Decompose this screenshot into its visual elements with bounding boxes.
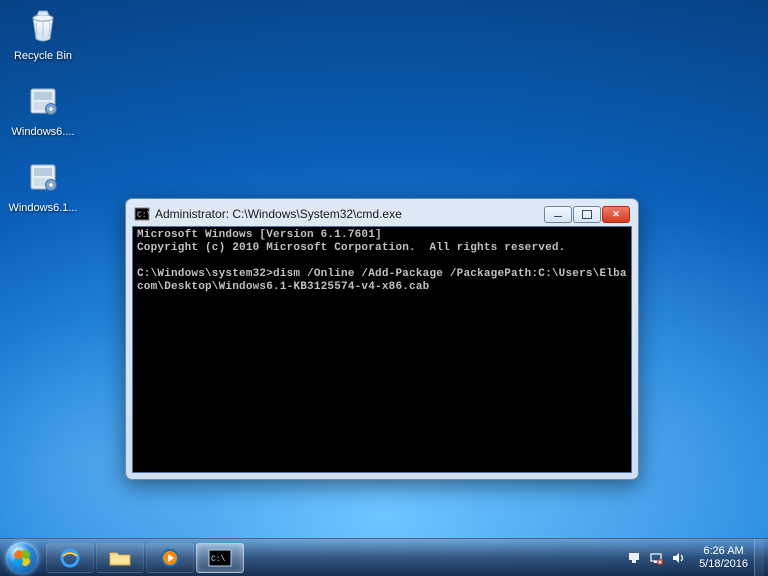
window-buttons	[544, 206, 630, 223]
taskbar: C:\ 6:26 AM 5/18/2016	[0, 538, 768, 576]
close-button[interactable]	[602, 206, 630, 223]
console-output: Microsoft Windows [Version 6.1.7601] Cop…	[133, 227, 631, 296]
tray-time: 6:26 AM	[699, 545, 748, 558]
taskbar-item-explorer[interactable]	[96, 543, 144, 573]
window-title: Administrator: C:\Windows\System32\cmd.e…	[155, 207, 544, 221]
taskbar-items: C:\	[44, 539, 244, 576]
media-player-icon	[157, 548, 183, 568]
taskbar-item-cmd[interactable]: C:\	[196, 543, 244, 573]
minimize-button[interactable]	[544, 206, 572, 223]
action-center-icon[interactable]	[627, 551, 641, 565]
network-icon[interactable]	[649, 551, 663, 565]
desktop-icon-cab-file-2[interactable]: Windows6.1...	[6, 156, 80, 216]
svg-text:C:\: C:\	[211, 555, 226, 564]
cab-file-icon	[22, 80, 64, 122]
show-desktop-button[interactable]	[754, 539, 764, 576]
cmd-icon: C:\	[207, 548, 233, 568]
desktop-icon-label: Recycle Bin	[6, 49, 80, 64]
desktop-icon-cab-file-1[interactable]: Windows6....	[6, 80, 80, 140]
taskbar-item-ie[interactable]	[46, 543, 94, 573]
cab-file-icon	[22, 156, 64, 198]
windows-logo-icon	[6, 542, 38, 574]
maximize-button[interactable]	[573, 206, 601, 223]
desktop-icon-recycle-bin[interactable]: Recycle Bin	[6, 4, 80, 64]
desktop-icon-label: Windows6....	[6, 125, 80, 140]
svg-text:C:\: C:\	[137, 211, 150, 220]
cmd-window[interactable]: C:\ Administrator: C:\Windows\System32\c…	[125, 198, 639, 480]
cmd-icon: C:\	[134, 206, 150, 222]
tray-clock[interactable]: 6:26 AM 5/18/2016	[693, 545, 754, 570]
tray-date: 5/18/2016	[699, 558, 748, 571]
titlebar[interactable]: C:\ Administrator: C:\Windows\System32\c…	[132, 204, 632, 226]
recycle-bin-icon	[22, 4, 64, 46]
desktop-icon-label: Windows6.1...	[6, 201, 80, 216]
taskbar-item-media-player[interactable]	[146, 543, 194, 573]
system-tray: 6:26 AM 5/18/2016	[619, 539, 768, 576]
folder-icon	[107, 548, 133, 568]
volume-icon[interactable]	[671, 551, 685, 565]
start-button[interactable]	[0, 539, 44, 576]
ie-icon	[57, 548, 83, 568]
console-area[interactable]: Microsoft Windows [Version 6.1.7601] Cop…	[132, 226, 632, 473]
